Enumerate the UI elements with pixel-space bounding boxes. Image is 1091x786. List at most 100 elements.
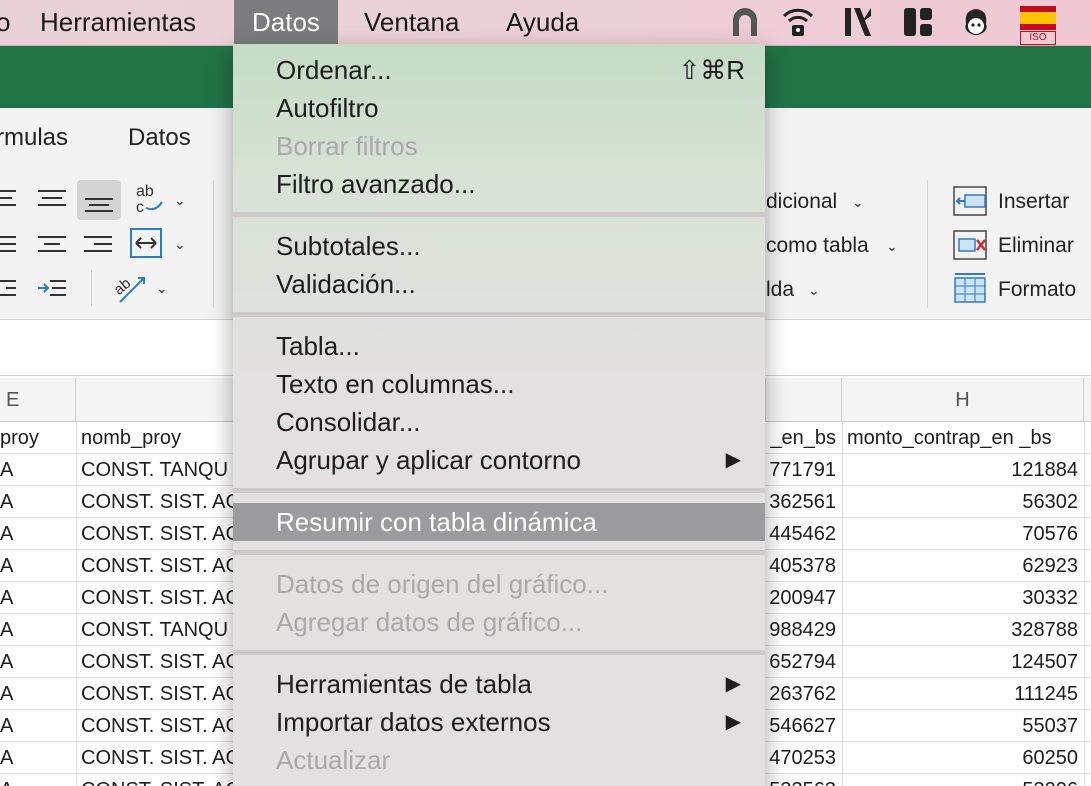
cell-styles-label[interactable]: lda <box>766 278 794 302</box>
column-header-h[interactable]: H <box>842 378 1084 422</box>
menubar-item-partial[interactable]: o <box>0 0 10 46</box>
menu-item-borrar-filtros: Borrar filtros <box>276 131 418 161</box>
cell-h[interactable]: 111245 <box>842 678 1078 710</box>
delete-label[interactable]: Eliminar <box>998 234 1074 258</box>
tab-datos[interactable]: Datos <box>128 124 191 152</box>
cell-h[interactable]: 62923 <box>842 550 1078 582</box>
menubar-item-herramientas[interactable]: Herramientas <box>40 0 196 46</box>
format-cells-icon[interactable] <box>953 272 987 304</box>
decrease-indent-icon[interactable] <box>0 276 18 300</box>
menu-separator <box>233 212 765 217</box>
window-layout-icon[interactable] <box>900 4 936 40</box>
orientation-icon[interactable]: ab c <box>134 182 166 216</box>
conditional-format-label[interactable]: dicional <box>766 190 837 214</box>
insert-label[interactable]: Insertar <box>998 190 1069 214</box>
tab-formulas[interactable]: rmulas <box>0 124 68 152</box>
cell-g[interactable]: _en_bs <box>766 422 836 454</box>
datos-menu: Ordenar... ⇧⌘R Autofiltro Borrar filtros… <box>233 44 765 786</box>
insert-cells-icon[interactable] <box>953 186 987 216</box>
cell-e[interactable]: A <box>0 742 76 774</box>
cell-h[interactable]: 70576 <box>842 518 1078 550</box>
menu-item-filtro-avanzado[interactable]: Filtro avanzado... <box>233 165 765 203</box>
menu-item-importar-datos[interactable]: Importar datos externos ▶ <box>233 703 765 741</box>
menu-item-herramientas-tabla[interactable]: Herramientas de tabla ▶ <box>233 665 765 703</box>
cell-e[interactable]: proy <box>0 422 76 454</box>
column-header-g[interactable] <box>766 378 842 422</box>
format-as-table-label[interactable]: como tabla <box>766 234 869 258</box>
merge-center-icon[interactable] <box>130 228 162 258</box>
cell-g[interactable]: 771791 <box>766 454 836 486</box>
menu-item-texto-en-columnas[interactable]: Texto en columnas... <box>233 365 765 403</box>
align-left-icon[interactable] <box>0 186 18 210</box>
cell-h[interactable]: 30332 <box>842 582 1078 614</box>
svg-text:c: c <box>136 199 144 216</box>
menu-item-autofiltro[interactable]: Autofiltro <box>233 89 765 127</box>
cell-g[interactable]: 200947 <box>766 582 836 614</box>
cell-g[interactable]: 546627 <box>766 710 836 742</box>
cell-h[interactable]: 124507 <box>842 646 1078 678</box>
increase-indent-icon[interactable] <box>38 276 66 300</box>
cell-g[interactable]: 405378 <box>766 550 836 582</box>
align-right-icon[interactable] <box>84 232 112 256</box>
cell-e[interactable]: A <box>0 710 76 742</box>
align-middle-icon[interactable] <box>38 186 66 210</box>
menu-item-ordenar[interactable]: Ordenar... ⇧⌘R <box>233 51 765 89</box>
align-center-icon[interactable] <box>38 232 66 256</box>
menu-item-label: Herramientas de tabla <box>276 669 532 699</box>
menubar-item-datos[interactable]: Datos <box>234 0 338 46</box>
cell-e[interactable]: A <box>0 550 76 582</box>
svg-text:ab: ab <box>112 275 134 299</box>
character-icon[interactable] <box>958 4 994 40</box>
menu-item-subtotales[interactable]: Subtotales... <box>233 227 765 265</box>
cell-e[interactable]: A <box>0 518 76 550</box>
chevron-down-icon[interactable]: ⌄ <box>852 194 864 211</box>
cell-e[interactable]: A <box>0 582 76 614</box>
cell-h[interactable]: monto_contrap_en _bs <box>842 422 1078 454</box>
cell-h[interactable]: 328788 <box>842 614 1078 646</box>
menu-item-tabla[interactable]: Tabla... <box>233 327 765 365</box>
cell-e[interactable]: A <box>0 646 76 678</box>
chevron-down-icon[interactable]: ⌄ <box>174 192 186 209</box>
menu-item-tabla-dinamica[interactable]: Resumir con tabla dinámica <box>233 503 765 541</box>
chevron-down-icon[interactable]: ⌄ <box>886 238 898 255</box>
cell-e[interactable]: A <box>0 454 76 486</box>
keyboard-maestro-icon[interactable] <box>840 4 876 40</box>
cell-e[interactable]: A <box>0 486 76 518</box>
cell-h[interactable]: 56302 <box>842 486 1078 518</box>
menu-item-validacion[interactable]: Validación... <box>233 265 765 303</box>
menubar-item-ventana[interactable]: Ventana <box>364 0 459 46</box>
divider <box>927 180 928 308</box>
cell-h[interactable]: 121884 <box>842 454 1078 486</box>
chevron-down-icon[interactable]: ⌄ <box>156 280 168 297</box>
cell-g[interactable]: 362561 <box>766 486 836 518</box>
cell-h[interactable]: 53206 <box>842 774 1078 786</box>
cell-e[interactable]: A <box>0 678 76 710</box>
align-bottom-button[interactable] <box>77 180 121 220</box>
cell-g[interactable]: 263762 <box>766 678 836 710</box>
cell-e[interactable]: A <box>0 774 76 786</box>
menu-item-agrupar[interactable]: Agrupar y aplicar contorno ▶ <box>233 441 765 479</box>
chevron-down-icon[interactable]: ⌄ <box>174 236 186 253</box>
divider <box>91 270 92 306</box>
cell-h[interactable]: 55037 <box>842 710 1078 742</box>
wireless-lock-icon[interactable] <box>780 4 816 40</box>
menu-item-agregar-datos-grafico: Agregar datos de gráfico... <box>276 607 583 637</box>
cell-g[interactable]: 470253 <box>766 742 836 774</box>
cell-g[interactable]: 988429 <box>766 614 836 646</box>
spanish-flag-icon[interactable]: ISO <box>1020 6 1056 45</box>
delete-cells-icon[interactable] <box>953 230 987 260</box>
chevron-down-icon[interactable]: ⌄ <box>808 282 820 299</box>
cell-g[interactable]: 652794 <box>766 646 836 678</box>
menubar-item-ayuda[interactable]: Ayuda <box>506 0 579 46</box>
text-direction-icon[interactable]: ab <box>112 272 148 304</box>
menu-item-label: Agrupar y aplicar contorno <box>276 445 581 475</box>
column-header-e[interactable]: E <box>0 378 76 422</box>
cell-h[interactable]: 60250 <box>842 742 1078 774</box>
align-justify-icon[interactable] <box>0 232 18 256</box>
cell-g[interactable]: 445462 <box>766 518 836 550</box>
format-label[interactable]: Formato <box>998 278 1076 302</box>
cell-g[interactable]: 533563 <box>766 774 836 786</box>
menu-item-consolidar[interactable]: Consolidar... <box>233 403 765 441</box>
arch-icon[interactable] <box>727 4 763 40</box>
cell-e[interactable]: A <box>0 614 76 646</box>
